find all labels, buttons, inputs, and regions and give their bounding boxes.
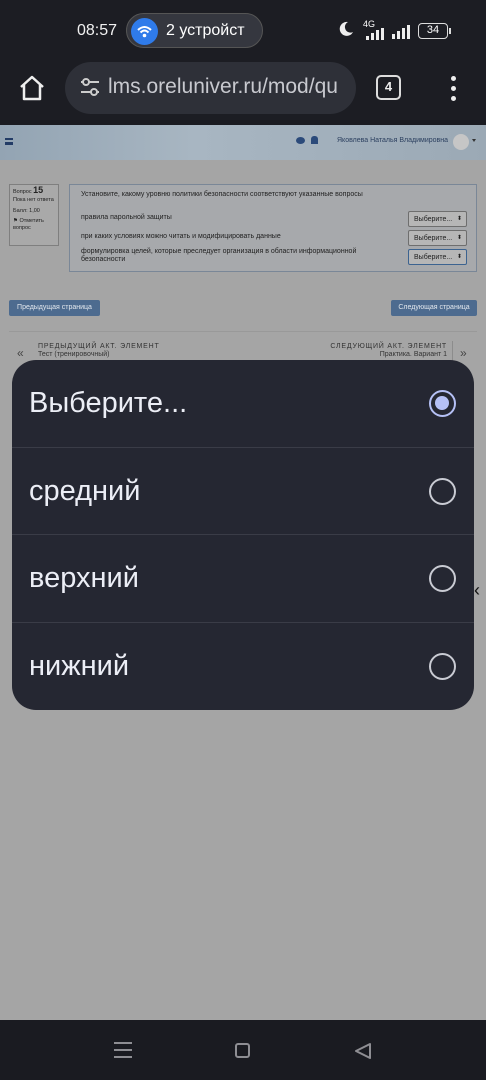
prev-activity-link[interactable]: Тест (тренировочный): [38, 351, 109, 358]
system-navigation-bar: [0, 1020, 486, 1080]
option-upper[interactable]: верхний: [12, 535, 474, 623]
moon-icon: [338, 21, 354, 42]
option-label: нижний: [29, 649, 130, 682]
site-settings-icon[interactable]: [80, 78, 100, 101]
home-icon[interactable]: [18, 74, 48, 104]
home-square-icon[interactable]: [235, 1043, 250, 1058]
question-box: Установите, какому уровню политики безоп…: [69, 184, 477, 272]
question-number: 15: [33, 185, 44, 195]
match-select-1[interactable]: Выберите...: [408, 211, 467, 227]
chevron-double-left-icon[interactable]: «: [17, 346, 24, 360]
tabs-count-button[interactable]: 4: [376, 75, 401, 100]
next-page-button[interactable]: Следующая страница: [391, 300, 477, 316]
signal-icon-1: [366, 27, 384, 45]
select-options-dialog: Выберите... средний верхний нижний: [12, 360, 474, 710]
cast-chip[interactable]: 2 устройст: [126, 13, 263, 48]
question-score: Балл: 1,00: [13, 208, 40, 214]
question-status: Пока нет ответа: [13, 197, 54, 203]
recents-menu-icon[interactable]: [114, 1042, 132, 1058]
hamburger-menu-icon[interactable]: [5, 138, 13, 145]
match-select-3[interactable]: Выберите...: [408, 249, 467, 265]
question-info-block: Вопрос 15 Пока нет ответа Балл: 1,00 ⚑ О…: [9, 184, 59, 246]
next-activity-link[interactable]: Практика. Вариант 1: [380, 351, 447, 358]
flag-icon: ⚑: [13, 218, 18, 224]
divider: [9, 331, 477, 332]
option-lower[interactable]: нижний: [12, 623, 474, 711]
user-name[interactable]: Яковлева Наталья Владимировна: [337, 137, 448, 144]
radio-icon[interactable]: [429, 477, 456, 505]
site-header: Яковлева Наталья Владимировна: [0, 125, 486, 160]
radio-icon[interactable]: [429, 652, 456, 680]
signal-icon-2: [392, 25, 412, 44]
divider: [452, 341, 453, 361]
back-triangle-icon[interactable]: [354, 1042, 372, 1065]
flag-question-link[interactable]: ⚑ Отметить вопрос: [13, 218, 55, 232]
chevron-left-icon[interactable]: ‹: [474, 580, 486, 602]
option-label: средний: [29, 474, 141, 507]
radio-icon[interactable]: [429, 565, 456, 592]
browser-toolbar: lms.oreluniver.ru/mod/qu 4: [0, 62, 486, 120]
chevron-down-icon[interactable]: [472, 139, 476, 142]
address-bar[interactable]: lms.oreluniver.ru/mod/qu: [65, 62, 356, 114]
avatar[interactable]: [453, 134, 469, 150]
phone-screen: 08:57 2 устройст 4G 34 lms.oreluniver.ru…: [0, 0, 486, 1080]
wifi-cast-icon: [131, 18, 158, 45]
battery-icon: 34: [418, 23, 451, 39]
radio-selected-icon[interactable]: [429, 390, 456, 417]
more-menu-icon[interactable]: [444, 74, 464, 104]
bell-icon[interactable]: [311, 136, 318, 144]
match-row-label: при каких условиях можно читать и модифи…: [81, 233, 281, 240]
status-time: 08:57: [77, 22, 118, 39]
url-text: lms.oreluniver.ru/mod/qu: [108, 75, 338, 98]
chat-icon[interactable]: [296, 137, 305, 144]
status-bar: 08:57 2 устройст 4G 34: [0, 0, 486, 62]
option-medium[interactable]: средний: [12, 448, 474, 535]
prev-activity-caption: ПРЕДЫДУЩИЙ АКТ. ЭЛЕМЕНТ: [38, 343, 160, 350]
chevron-double-right-icon[interactable]: »: [460, 346, 467, 360]
question-label: Вопрос: [13, 189, 32, 195]
match-row-label: правила парольной защиты: [81, 214, 172, 221]
option-label: верхний: [29, 562, 139, 594]
previous-page-button[interactable]: Предыдущая страница: [9, 300, 100, 316]
next-activity-caption: СЛЕДУЮЩИЙ АКТ. ЭЛЕМЕНТ: [330, 343, 447, 350]
match-row-label: формулировка целей, которые преследует о…: [81, 248, 357, 263]
cast-text: 2 устройст: [166, 22, 245, 39]
option-choose[interactable]: Выберите...: [12, 360, 474, 448]
battery-level: 34: [426, 24, 440, 36]
flag-question-label: Отметить вопрос: [13, 218, 44, 231]
question-text: Установите, какому уровню политики безоп…: [81, 191, 363, 198]
option-label: Выберите...: [29, 387, 188, 419]
match-select-2[interactable]: Выберите...: [408, 230, 467, 246]
